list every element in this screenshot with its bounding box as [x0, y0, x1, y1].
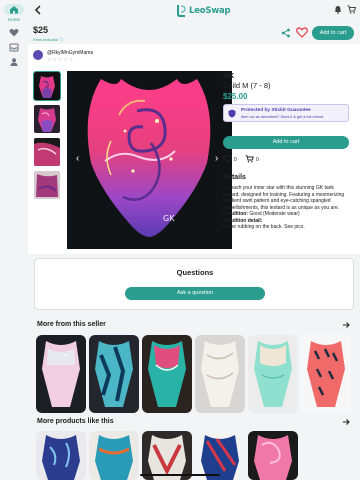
- arrow-right-icon[interactable]: [342, 418, 350, 426]
- thumbnail-1[interactable]: [33, 71, 61, 101]
- back-icon[interactable]: [34, 5, 42, 15]
- guarantee-title: Protected by Stickit Guarantee: [241, 108, 311, 113]
- similar-product-card[interactable]: [195, 431, 245, 480]
- nav-rail: Home: [0, 0, 28, 480]
- seller-rating-stars: ☆☆☆☆☆: [47, 57, 75, 63]
- cart-count: 0: [256, 157, 259, 163]
- condition-value: Good (Moderate wear): [249, 211, 300, 217]
- home-icon: [10, 6, 18, 14]
- similar-product-card[interactable]: [89, 431, 139, 480]
- nav-item-inbox[interactable]: [9, 43, 19, 53]
- seller-product-card[interactable]: [89, 335, 139, 413]
- nav-item-profile[interactable]: [9, 57, 19, 67]
- brand-name: LeoSwap: [189, 5, 231, 16]
- similar-product-card[interactable]: [142, 431, 192, 480]
- product-brand: GK: [223, 71, 235, 80]
- cart-count-icon: [245, 155, 254, 163]
- seller-product-card[interactable]: [142, 335, 192, 413]
- thumbnail-2[interactable]: [34, 105, 60, 133]
- fees-included-note[interactable]: Fees Included ⓘ: [33, 37, 63, 43]
- thumbnail-3[interactable]: [34, 138, 60, 166]
- shield-icon: [228, 109, 236, 118]
- favorite-heart-icon[interactable]: [296, 27, 308, 38]
- bell-icon[interactable]: [334, 5, 342, 14]
- engagement-counts: 0 0: [223, 155, 283, 165]
- svg-text:GK: GK: [163, 214, 175, 223]
- header-price: $25: [33, 25, 49, 35]
- seller-product-card[interactable]: [301, 335, 351, 413]
- thumbnail-4[interactable]: [34, 171, 60, 199]
- product-size: Child M (7 - 8): [223, 81, 271, 90]
- nav-home-label: Home: [7, 17, 20, 22]
- leotard-illustration: GK: [67, 71, 232, 249]
- guarantee-box[interactable]: Protected by Stickit Guarantee Item not …: [223, 104, 349, 122]
- seller-product-card[interactable]: [248, 335, 298, 413]
- condition-label: Condition:: [223, 211, 248, 217]
- product-description: Unleash your inner star with this stunni…: [223, 185, 345, 211]
- similar-product-card[interactable]: [36, 431, 86, 480]
- profile-icon: [10, 58, 18, 66]
- image-next-arrow[interactable]: ›: [215, 153, 218, 164]
- heart-icon: [9, 29, 19, 37]
- price-bar: $25 Fees Included ⓘ Add to cart: [28, 22, 360, 44]
- inbox-icon: [9, 43, 19, 52]
- more-from-seller-heading: More from this seller: [37, 321, 106, 328]
- likes-count: 0: [234, 157, 237, 163]
- nav-item-home[interactable]: Home: [4, 4, 24, 24]
- product-card: @RkylMnGymMama ☆☆☆☆☆ GK ‹ › GK Child M (…: [28, 44, 360, 254]
- seller-avatar: [33, 50, 43, 60]
- condition-detail-value: Some rubbing on the back. See pics.: [223, 224, 305, 230]
- more-like-this-heading: More products like this: [37, 418, 114, 425]
- top-bar: LeoSwap: [28, 0, 360, 22]
- like-heart-icon[interactable]: [223, 155, 232, 163]
- details-heading: Details: [223, 174, 246, 181]
- nav-item-likes[interactable]: [9, 28, 19, 38]
- similar-product-card[interactable]: [248, 431, 298, 480]
- product-main-image[interactable]: GK ‹ ›: [67, 71, 232, 249]
- product-price: $25.00: [223, 92, 248, 101]
- home-indicator: [140, 474, 220, 476]
- product-details: Details Unleash your inner star with thi…: [223, 174, 351, 231]
- image-prev-arrow[interactable]: ‹: [76, 153, 79, 164]
- questions-heading: Questions: [176, 268, 214, 277]
- seller-username[interactable]: @RkylMnGymMama: [47, 50, 93, 56]
- add-to-cart-button[interactable]: Add to cart: [223, 136, 349, 149]
- logo-mark-icon: [177, 5, 186, 17]
- brand-logo[interactable]: LeoSwap: [176, 3, 231, 18]
- product-header: GK Child M (7 - 8) $25.00: [223, 71, 351, 101]
- guarantee-note: Item not as described? Send it & get a f…: [241, 115, 325, 119]
- add-to-cart-button-top[interactable]: Add to cart: [312, 26, 354, 40]
- questions-section: Questions Ask a question: [34, 258, 354, 310]
- cart-icon[interactable]: [347, 5, 356, 14]
- share-icon[interactable]: [281, 28, 291, 38]
- arrow-right-icon[interactable]: [342, 321, 350, 329]
- ask-question-button[interactable]: Ask a question: [125, 287, 265, 300]
- seller-product-card[interactable]: [36, 335, 86, 413]
- seller-product-card[interactable]: [195, 335, 245, 413]
- condition-detail-label: Condition detail:: [223, 217, 263, 224]
